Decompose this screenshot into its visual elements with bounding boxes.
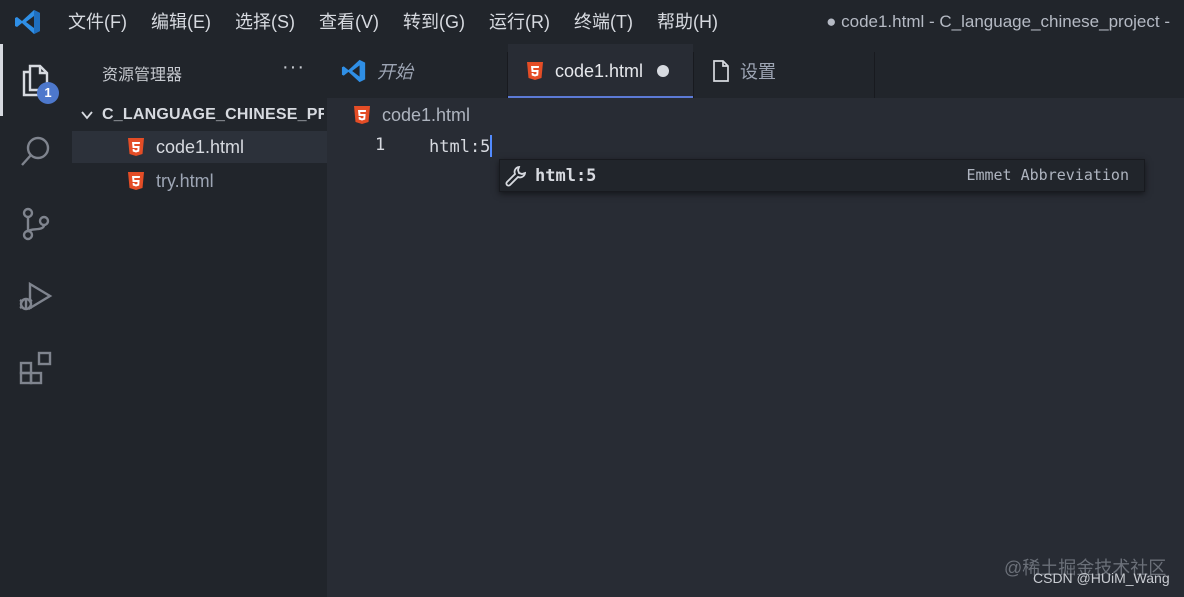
explorer-header: 资源管理器 ··· — [72, 44, 327, 98]
line-number: 1 — [375, 135, 386, 155]
tab-separator — [874, 52, 875, 98]
project-folder[interactable]: C_LANGUAGE_CHINESE_PR... — [72, 99, 327, 131]
file-icon — [713, 60, 729, 82]
run-debug-activity[interactable] — [0, 260, 72, 332]
more-actions-icon[interactable]: ··· — [282, 56, 305, 79]
suggestion-widget[interactable]: html:5 Emmet Abbreviation — [499, 159, 1145, 192]
folder-name: C_LANGUAGE_CHINESE_PR... — [102, 106, 324, 123]
menu-terminal[interactable]: 终端(T) — [562, 0, 645, 44]
run-debug-icon — [19, 281, 53, 311]
vscode-logo-icon — [341, 59, 366, 83]
menu-run[interactable]: 运行(R) — [477, 0, 562, 44]
chevron-down-icon — [72, 108, 102, 122]
file-item-try[interactable]: try.html — [72, 165, 327, 197]
suggestion-label: html:5 — [535, 165, 597, 186]
search-activity[interactable] — [0, 116, 72, 188]
menu-file[interactable]: 文件(F) — [56, 0, 139, 44]
title-bar: 文件(F) 编辑(E) 选择(S) 查看(V) 转到(G) 运行(R) 终端(T… — [0, 0, 1184, 44]
breadcrumb-label: code1.html — [382, 104, 471, 125]
tab-settings[interactable]: 设置 — [694, 44, 874, 98]
tab-welcome[interactable]: 开始 — [327, 44, 507, 98]
menu-view[interactable]: 查看(V) — [307, 0, 391, 44]
unsaved-dot-icon[interactable] — [657, 65, 670, 77]
text-cursor — [490, 135, 493, 157]
extensions-activity[interactable] — [0, 332, 72, 404]
html5-file-icon — [128, 172, 144, 190]
breadcrumb[interactable]: code1.html — [352, 101, 470, 129]
menu-go[interactable]: 转到(G) — [391, 0, 477, 44]
source-control-icon — [22, 207, 50, 241]
html5-file-icon — [128, 138, 144, 156]
activity-bar: 1 — [0, 44, 72, 597]
html5-file-icon — [354, 106, 370, 124]
menu-selection[interactable]: 选择(S) — [223, 0, 307, 44]
file-name: code1.html — [156, 136, 245, 157]
code-editor[interactable]: 1 html:5 — [327, 130, 1184, 597]
file-item-code1[interactable]: code1.html — [72, 131, 327, 163]
extensions-icon — [19, 351, 52, 385]
tab-bar: 开始 code1.html 设置 — [327, 44, 1184, 98]
explorer-sidebar: 资源管理器 ··· C_LANGUAGE_CHINESE_PR... code1… — [72, 44, 327, 597]
tab-label: 开始 — [377, 62, 413, 82]
tab-label: 设置 — [740, 62, 776, 82]
source-control-activity[interactable] — [0, 188, 72, 260]
file-name: try.html — [156, 170, 214, 191]
wrench-icon — [505, 165, 527, 186]
search-icon — [21, 136, 50, 166]
window-title: ● code1.html - C_language_chinese_projec… — [826, 12, 1170, 31]
tab-label: code1.html — [555, 60, 644, 81]
explorer-title: 资源管理器 — [102, 67, 183, 84]
menu-help[interactable]: 帮助(H) — [645, 0, 730, 44]
tab-code1[interactable]: code1.html — [508, 44, 693, 98]
explorer-activity[interactable]: 1 — [0, 44, 72, 116]
code-text: html:5 — [429, 137, 491, 157]
vscode-logo-icon — [0, 0, 56, 44]
suggestion-detail: Emmet Abbreviation — [966, 166, 1129, 184]
code-line[interactable]: html:5 — [429, 135, 493, 157]
watermark-csdn: CSDN @HUiM_Wang — [1033, 570, 1170, 586]
html5-file-icon — [527, 62, 543, 80]
menu-bar: 文件(F) 编辑(E) 选择(S) 查看(V) 转到(G) 运行(R) 终端(T… — [56, 0, 730, 44]
menu-edit[interactable]: 编辑(E) — [139, 0, 223, 44]
explorer-badge: 1 — [37, 82, 59, 104]
